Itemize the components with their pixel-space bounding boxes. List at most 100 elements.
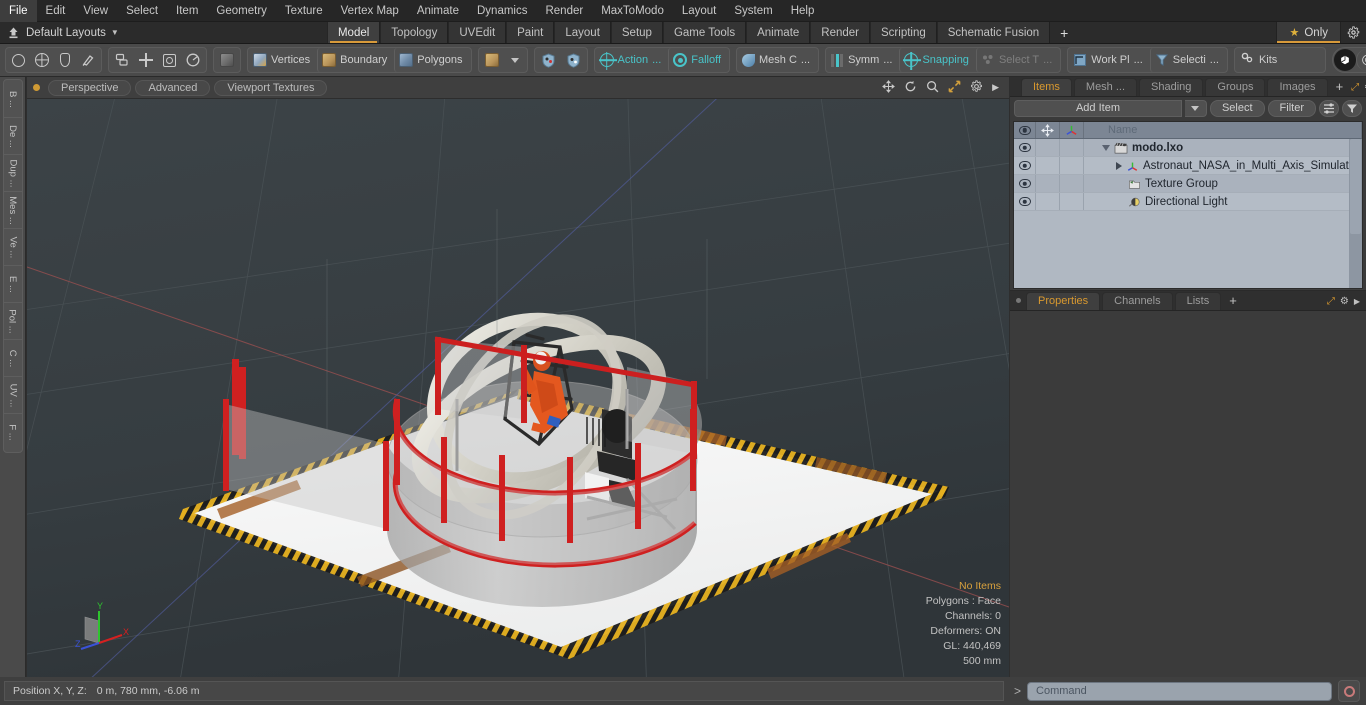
menu-item-maxtomodo[interactable]: MaxToModo bbox=[592, 0, 673, 22]
list-options-icon[interactable] bbox=[1319, 99, 1339, 117]
axis-column-header[interactable] bbox=[1060, 122, 1084, 138]
viewport-projection-button[interactable]: Perspective bbox=[48, 79, 132, 96]
vertices-mode-button[interactable]: Vertices bbox=[249, 48, 317, 72]
boundary-mode-button[interactable]: Boundary bbox=[317, 48, 394, 72]
action-center-button[interactable]: Action ... bbox=[596, 48, 669, 72]
globe-select-icon[interactable] bbox=[30, 48, 54, 72]
viewport-canvas[interactable]: Y X Z No Items Polygons : Face Channels:… bbox=[27, 99, 1009, 677]
menu-item-render[interactable]: Render bbox=[536, 0, 592, 22]
left-tab-mesh-edit[interactable]: Mes ... bbox=[3, 192, 22, 229]
work-plane-button[interactable]: Work Pl ... bbox=[1069, 48, 1149, 72]
tab-items[interactable]: Items bbox=[1021, 78, 1072, 96]
row-name-cell[interactable]: modo.lxo bbox=[1084, 142, 1362, 154]
filter-button[interactable]: Filter bbox=[1267, 99, 1316, 117]
tab-mesh-ops[interactable]: Mesh ... bbox=[1073, 78, 1138, 96]
menu-item-vertex-map[interactable]: Vertex Map bbox=[332, 0, 408, 22]
unity-export-icon[interactable] bbox=[1333, 49, 1356, 71]
layout-tab-topology[interactable]: Topology bbox=[380, 22, 449, 43]
cube-grey-icon[interactable] bbox=[215, 48, 239, 72]
shield-left-icon[interactable] bbox=[536, 48, 561, 72]
panel-menu-icon[interactable]: ▶ bbox=[1354, 297, 1360, 306]
center-square-icon[interactable] bbox=[158, 48, 181, 72]
transform-column-header[interactable] bbox=[1036, 122, 1060, 138]
left-tab-uv[interactable]: UV ... bbox=[3, 377, 22, 414]
chevron-right-icon[interactable] bbox=[1116, 161, 1122, 170]
tab-images[interactable]: Images bbox=[1267, 78, 1328, 96]
menu-item-dynamics[interactable]: Dynamics bbox=[468, 0, 536, 22]
add-item-dropdown-button[interactable] bbox=[1184, 99, 1207, 117]
kits-button[interactable]: Kits bbox=[1236, 48, 1324, 72]
record-icon[interactable] bbox=[1338, 680, 1360, 702]
menu-item-help[interactable]: Help bbox=[782, 0, 824, 22]
tab-properties[interactable]: Properties bbox=[1026, 292, 1101, 310]
menu-item-file[interactable]: File bbox=[0, 0, 37, 22]
row-transform-cell[interactable] bbox=[1036, 193, 1060, 210]
fit-icon[interactable] bbox=[948, 80, 961, 95]
row-visibility-toggle[interactable] bbox=[1014, 175, 1036, 192]
filter-funnel-icon[interactable] bbox=[1342, 99, 1362, 117]
menu-item-animate[interactable]: Animate bbox=[408, 0, 468, 22]
tab-groups[interactable]: Groups bbox=[1205, 78, 1266, 96]
menu-item-system[interactable]: System bbox=[725, 0, 781, 22]
panel-gear-icon[interactable]: ⚙ bbox=[1340, 296, 1349, 307]
row-visibility-toggle[interactable] bbox=[1014, 193, 1036, 210]
move-cross-icon[interactable] bbox=[134, 48, 158, 72]
symmetry-button[interactable]: Symm ... bbox=[827, 48, 899, 72]
left-tab-basic[interactable]: B ... bbox=[3, 81, 22, 118]
viewport-textures-button[interactable]: Viewport Textures bbox=[214, 79, 328, 96]
row-axis-cell[interactable] bbox=[1060, 157, 1084, 174]
row-transform-cell[interactable] bbox=[1036, 139, 1060, 156]
add-properties-tab-button[interactable]: + bbox=[1223, 293, 1243, 310]
selection-set-button[interactable]: Selecti ... bbox=[1149, 48, 1226, 72]
row-transform-cell[interactable] bbox=[1036, 175, 1060, 192]
layout-tab-schematic-fusion[interactable]: Schematic Fusion bbox=[936, 22, 1051, 43]
add-panel-tab-button[interactable]: + bbox=[1330, 79, 1350, 96]
chevron-down-icon[interactable] bbox=[504, 48, 526, 72]
add-item-button[interactable]: Add Item bbox=[1014, 99, 1182, 117]
select-button[interactable]: Select bbox=[1209, 99, 1265, 117]
item-list[interactable]: Name modo.lxo Astronaut_NASA_in_Multi_Ax… bbox=[1013, 121, 1363, 289]
chevron-down-icon[interactable] bbox=[1102, 144, 1110, 151]
viewport-3d[interactable]: Perspective Advanced Viewport Textures ▶… bbox=[27, 77, 1009, 677]
row-transform-cell[interactable] bbox=[1036, 157, 1060, 174]
tab-channels[interactable]: Channels bbox=[1102, 292, 1173, 310]
snapping-button[interactable]: Snapping bbox=[899, 48, 976, 72]
layout-tab-animate[interactable]: Animate bbox=[746, 22, 811, 43]
layout-tab-render[interactable]: Render bbox=[810, 22, 871, 43]
polygons-mode-button[interactable]: Polygons bbox=[394, 48, 469, 72]
table-row[interactable]: Directional Light bbox=[1014, 193, 1362, 211]
lasso-select-icon[interactable] bbox=[54, 48, 76, 72]
table-row[interactable]: Astronaut_NASA_in_Multi_Axis_Simulator bbox=[1014, 157, 1362, 175]
left-tab-fusion[interactable]: F ... bbox=[4, 414, 22, 451]
left-tab-polygon[interactable]: Pol ... bbox=[3, 303, 22, 340]
menu-item-texture[interactable]: Texture bbox=[276, 0, 332, 22]
command-input[interactable]: Command bbox=[1027, 681, 1332, 701]
falloff-button[interactable]: Falloff bbox=[668, 48, 728, 72]
layout-tab-game-tools[interactable]: Game Tools bbox=[662, 22, 747, 43]
viewport-settings-icon[interactable] bbox=[970, 80, 983, 95]
table-row[interactable]: Texture Group bbox=[1014, 175, 1362, 193]
layout-tab-scripting[interactable]: Scripting bbox=[870, 22, 937, 43]
scrollbar-thumb[interactable] bbox=[1350, 139, 1361, 234]
expand-panel-icon[interactable]: ⤢ bbox=[1351, 82, 1359, 93]
layout-tab-setup[interactable]: Setup bbox=[610, 22, 663, 43]
tab-lists[interactable]: Lists bbox=[1174, 292, 1222, 310]
layout-tab-layout[interactable]: Layout bbox=[554, 22, 611, 43]
row-axis-cell[interactable] bbox=[1060, 139, 1084, 156]
item-list-vertical-scrollbar[interactable] bbox=[1349, 139, 1362, 288]
select-through-button[interactable]: Select T ... bbox=[975, 48, 1059, 72]
viewport-shading-button[interactable]: Advanced bbox=[135, 79, 211, 96]
paint-select-icon[interactable] bbox=[76, 48, 100, 72]
row-axis-cell[interactable] bbox=[1060, 193, 1084, 210]
menu-item-view[interactable]: View bbox=[74, 0, 117, 22]
zoom-icon[interactable] bbox=[926, 80, 939, 95]
mesh-constraint-button[interactable]: Mesh C ... bbox=[738, 48, 817, 72]
layout-anchor-icon[interactable] bbox=[0, 22, 26, 43]
gear-icon[interactable] bbox=[1340, 22, 1366, 43]
menu-item-edit[interactable]: Edit bbox=[37, 0, 75, 22]
circle-select-icon[interactable] bbox=[7, 48, 30, 72]
left-tab-curve[interactable]: C ... bbox=[3, 340, 22, 377]
rotate-icon[interactable] bbox=[904, 80, 917, 95]
left-tab-duplicate[interactable]: Dup ... bbox=[3, 155, 22, 192]
pan-icon[interactable] bbox=[882, 80, 895, 95]
